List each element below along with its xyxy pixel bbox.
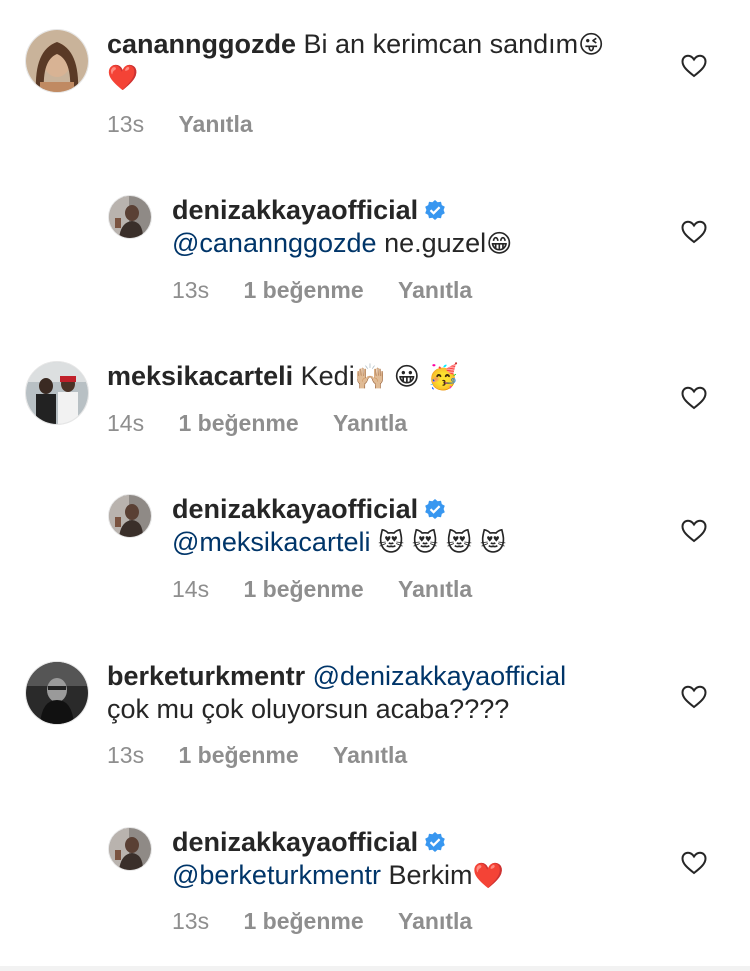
reply-button[interactable]: Yanıtla — [333, 410, 407, 436]
comment-body: denizakkayaofficial @meksikacarteli 😻 😻 … — [172, 493, 642, 559]
heart-outline-icon[interactable] — [681, 685, 707, 709]
comment-mention[interactable]: @denizakkayaofficial — [313, 661, 567, 691]
comment-body: canannggozde Bi an kerimcan sandım😜 ❤️ — [107, 28, 637, 94]
comment-username[interactable]: meksikacarteli — [107, 361, 293, 391]
comment-timestamp: 13s — [172, 908, 210, 934]
likes-count[interactable]: 1 beğenme — [178, 742, 298, 768]
reply-button[interactable]: Yanıtla — [398, 277, 472, 303]
avatar[interactable] — [25, 661, 89, 725]
comment-text: çok mu çok oluyorsun acaba???? — [107, 694, 510, 724]
comment-text: Bi an kerimcan sandım — [303, 29, 579, 59]
comment-mention[interactable]: @canannggozde — [172, 228, 377, 258]
comment-meta: 13s 1 beğenme Yanıtla — [172, 277, 500, 304]
comment-timestamp: 13s — [107, 742, 145, 768]
comment-body: denizakkayaofficial @berketurkmentr Berk… — [172, 826, 642, 892]
verified-badge-icon — [425, 200, 445, 220]
heart-outline-icon[interactable] — [681, 54, 707, 78]
comment-timestamp: 14s — [172, 576, 210, 602]
comment-body: meksikacarteli Kedi🙌🏼 😀 🥳 — [107, 360, 637, 393]
comment-username[interactable]: canannggozde — [107, 29, 296, 59]
comment-timestamp: 14s — [107, 410, 145, 436]
comment-mention[interactable]: @meksikacarteli — [172, 527, 370, 557]
likes-count[interactable]: 1 beğenme — [178, 410, 298, 436]
verified-badge-icon — [425, 832, 445, 852]
comment-emoji: 😁 — [486, 229, 513, 258]
comment-username[interactable]: denizakkayaofficial — [172, 827, 418, 857]
comment-mention[interactable]: @berketurkmentr — [172, 860, 381, 890]
comment-timestamp: 13s — [172, 277, 210, 303]
comment-emoji: 😻 😻 😻 😻 — [377, 528, 507, 557]
comment-meta: 13s 1 beğenme Yanıtla — [107, 742, 435, 769]
reply-button[interactable]: Yanıtla — [178, 111, 252, 137]
comment-emoji: 🙌🏼 😀 🥳 — [354, 362, 459, 391]
heart-outline-icon[interactable] — [681, 519, 707, 543]
comment-username[interactable]: berketurkmentr — [107, 661, 305, 691]
comment-meta: 14s 1 beğenme Yanıtla — [172, 576, 500, 603]
likes-count[interactable]: 1 beğenme — [243, 576, 363, 602]
comment-text: Berkim — [388, 860, 473, 890]
comment-meta: 13s Yanıtla — [107, 111, 281, 138]
avatar[interactable] — [108, 494, 152, 538]
verified-badge-icon — [425, 499, 445, 519]
comment-body: berketurkmentr @denizakkayaofficial çok … — [107, 660, 647, 726]
reply-button[interactable]: Yanıtla — [398, 908, 472, 934]
comment-body: denizakkayaofficial @canannggozde ne.guz… — [172, 194, 642, 260]
avatar[interactable] — [25, 29, 89, 93]
heart-outline-icon[interactable] — [681, 220, 707, 244]
comment-text: ne.guzel — [384, 228, 487, 258]
comment-emoji: 😜 — [578, 30, 605, 59]
reply-button[interactable]: Yanıtla — [333, 742, 407, 768]
comment-text: Kedi — [300, 361, 355, 391]
comment-meta: 13s 1 beğenme Yanıtla — [172, 908, 500, 935]
comment-timestamp: 13s — [107, 111, 145, 137]
bottom-divider — [0, 966, 750, 971]
heart-outline-icon[interactable] — [681, 386, 707, 410]
heart-emoji: ❤️ — [472, 861, 504, 890]
likes-count[interactable]: 1 beğenme — [243, 908, 363, 934]
comment-username[interactable]: denizakkayaofficial — [172, 195, 418, 225]
comment-meta: 14s 1 beğenme Yanıtla — [107, 410, 435, 437]
heart-emoji: ❤️ — [107, 63, 139, 92]
avatar[interactable] — [108, 195, 152, 239]
heart-outline-icon[interactable] — [681, 851, 707, 875]
reply-button[interactable]: Yanıtla — [398, 576, 472, 602]
likes-count[interactable]: 1 beğenme — [243, 277, 363, 303]
avatar[interactable] — [25, 361, 89, 425]
avatar[interactable] — [108, 827, 152, 871]
comment-username[interactable]: denizakkayaofficial — [172, 494, 418, 524]
